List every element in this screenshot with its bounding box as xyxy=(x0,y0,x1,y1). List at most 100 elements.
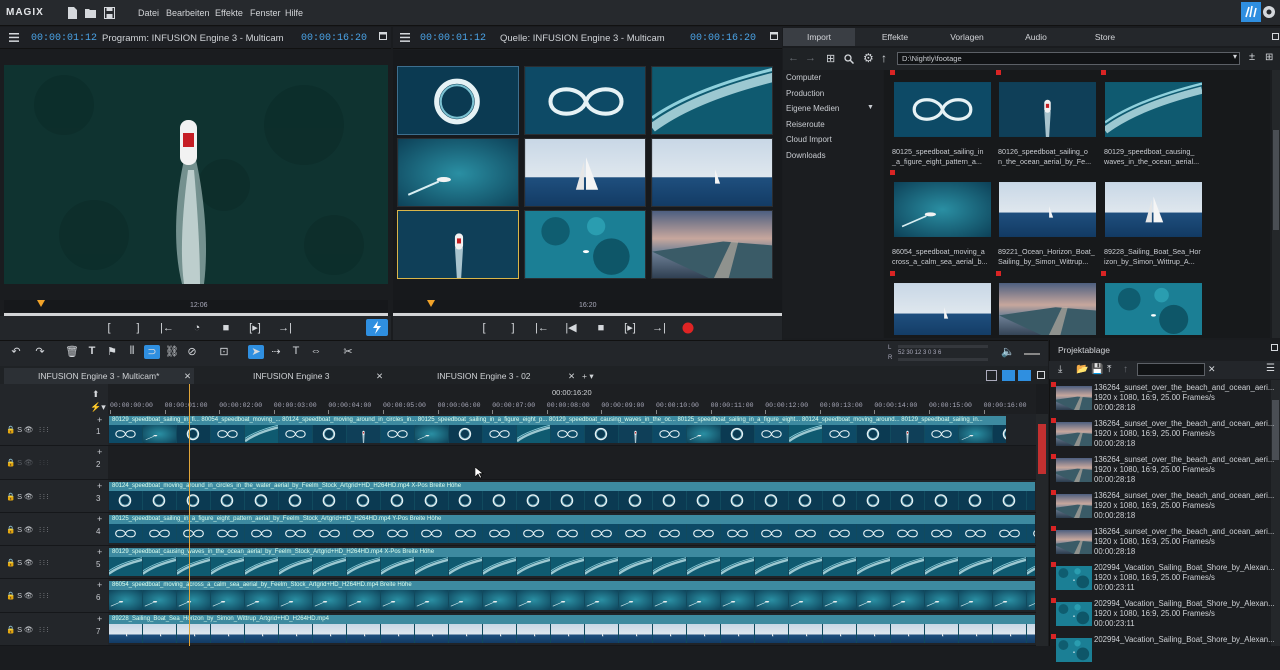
mark-in-button[interactable]: [ xyxy=(101,321,117,335)
stop-button[interactable]: ■ xyxy=(218,321,234,335)
lightning-icon[interactable] xyxy=(366,319,388,336)
nav-reiseroute[interactable]: Reiseroute xyxy=(786,120,825,129)
nav-cloud-import[interactable]: Cloud Import xyxy=(786,135,832,144)
menu-datei[interactable]: Datei xyxy=(138,8,159,18)
nav-downloads[interactable]: Downloads xyxy=(786,151,826,160)
file-thumbnail[interactable] xyxy=(894,283,991,335)
project-bin-item[interactable]: 202994_Vacation_Sailing_Boat_Shore_by_Al… xyxy=(1051,562,1280,598)
clip-title-bar[interactable]: 86054_speedboat_moving_across_a_calm_sea… xyxy=(109,581,1035,590)
add-track-icon[interactable]: + xyxy=(97,514,102,524)
multicam-angle-7[interactable] xyxy=(397,210,519,279)
list-view-icon[interactable]: ☰ xyxy=(1266,363,1275,374)
settings-circle-icon[interactable] xyxy=(1262,5,1276,19)
project-bin-item[interactable]: 136264_sunset_over_the_beach_and_ocean_a… xyxy=(1051,418,1280,454)
clip-title-bar[interactable]: 80124_speedboat_moving_around_in_circles… xyxy=(109,482,1035,491)
volume-slider[interactable] xyxy=(1024,353,1040,355)
timeline-mode-icon[interactable] xyxy=(1002,370,1015,381)
multicam-angle-6[interactable] xyxy=(651,138,773,207)
file-label[interactable]: 80129_speedboat_causing_ waves_in_the_oce… xyxy=(1104,147,1206,166)
track-header[interactable]: 🔒S👁 ⫶⫶⫶ +4 xyxy=(0,513,108,546)
track-header[interactable]: 🔒S👁 ⫶⫶⫶ +5 xyxy=(0,546,108,579)
path-field[interactable]: D:\Nightly\footage xyxy=(897,52,1240,65)
tab-audio[interactable]: Audio xyxy=(999,28,1073,46)
next-marker-button[interactable]: [▸] xyxy=(247,321,263,335)
loop-button[interactable]: ◔ xyxy=(189,321,205,335)
scrollbar-thumb[interactable] xyxy=(1273,130,1279,230)
file-thumbnail[interactable] xyxy=(999,283,1096,335)
split-icon[interactable]: ⫴ xyxy=(124,345,140,359)
open-folder-icon[interactable] xyxy=(85,7,96,19)
track-controls[interactable]: 🔒S👁 ⫶⫶⫶ xyxy=(6,591,50,601)
layout-icon[interactable] xyxy=(986,370,997,381)
track-controls[interactable]: 🔒S👁 ⫶⫶⫶ xyxy=(6,425,50,435)
clip-title-bar[interactable]: 80129_speedboat_sailing_in_fi... 80054_s… xyxy=(109,416,1006,425)
mark-out-button[interactable]: ] xyxy=(505,321,521,335)
up-arrow-icon[interactable]: ↑ xyxy=(881,51,887,65)
add-track-icon[interactable]: + xyxy=(97,415,102,425)
up-arrow-icon[interactable]: ↑ xyxy=(1123,364,1128,375)
playhead-marker-icon[interactable] xyxy=(37,300,45,307)
record-button[interactable] xyxy=(682,322,694,334)
source-mini-ruler[interactable]: 16:20 xyxy=(393,300,782,312)
track-controls[interactable]: 🔒S👁 ⫶⫶⫶ xyxy=(6,492,50,502)
maximize-icon[interactable] xyxy=(1272,33,1279,40)
project-bin-item[interactable]: 202994_Vacation_Sailing_Boat_Shore_by_Al… xyxy=(1051,634,1280,670)
multicam-angle-5[interactable] xyxy=(524,138,646,207)
track-controls[interactable]: 🔒S👁 ⫶⫶⫶ xyxy=(6,625,50,635)
project-bin-item[interactable]: 136264_sunset_over_the_beach_and_ocean_a… xyxy=(1051,526,1280,562)
hamburger-menu-icon[interactable] xyxy=(9,33,19,42)
file-label[interactable]: 86054_speedboat_moving_a cross_a_calm_sea… xyxy=(892,247,994,266)
folder-tree-icon[interactable]: ⊞ xyxy=(826,52,835,65)
scissors-icon[interactable]: ✂ xyxy=(340,345,356,359)
file-thumbnail[interactable] xyxy=(999,82,1096,137)
program-timecode-current[interactable]: 00:00:01:12 xyxy=(31,33,97,44)
menu-hilfe[interactable]: Hilfe xyxy=(285,8,303,18)
expand-arrow-icon[interactable]: ▼ xyxy=(867,104,874,111)
timeline-tab-multicam[interactable]: INFUSION Engine 3 - Multicam* ✕ xyxy=(4,368,194,384)
import-icon[interactable]: ⤒ xyxy=(1107,364,1111,375)
track-header[interactable]: 🔒S👁 ⫶⫶⫶ +6 xyxy=(0,579,108,613)
project-bin-item[interactable]: 136264_sunset_over_the_beach_and_ocean_a… xyxy=(1051,382,1280,418)
clip-filmstrip[interactable] xyxy=(109,624,1035,643)
multicam-angle-8[interactable] xyxy=(524,210,646,279)
pointer-tool-icon[interactable]: ➤ xyxy=(248,345,264,359)
menu-effekte[interactable]: Effekte xyxy=(215,8,243,18)
tab-store[interactable]: Store xyxy=(1073,28,1137,46)
browser-scrollbar[interactable] xyxy=(1272,70,1280,338)
delete-icon[interactable]: 🗑 xyxy=(64,345,80,359)
file-label[interactable]: 89228_Sailing_Boat_Sea_Hor izon_by_Simon_… xyxy=(1104,247,1206,266)
program-mini-ruler[interactable]: 12:06 xyxy=(4,300,388,312)
project-bin-item[interactable]: 202994_Vacation_Sailing_Boat_Shore_by_Al… xyxy=(1051,598,1280,634)
timeline-vscroll[interactable] xyxy=(1036,414,1048,646)
menu-fenster[interactable]: Fenster xyxy=(250,8,281,18)
multicam-angle-9[interactable] xyxy=(651,210,773,279)
project-bin-item[interactable]: 136264_sunset_over_the_beach_and_ocean_a… xyxy=(1051,454,1280,490)
playhead-marker-icon[interactable] xyxy=(427,300,435,307)
multicam-angle-4[interactable] xyxy=(397,138,519,207)
download-icon[interactable]: ⤓ xyxy=(1058,364,1062,375)
timeline-playhead[interactable] xyxy=(189,384,190,646)
go-to-end-button[interactable]: →| xyxy=(651,321,667,335)
insert-icon[interactable]: ⊡ xyxy=(216,345,232,359)
multicam-angle-2[interactable] xyxy=(524,66,646,135)
source-timecode-current[interactable]: 00:00:01:12 xyxy=(420,33,486,44)
stretch-tool-icon[interactable]: ⇔ xyxy=(308,345,324,359)
tab-vorlagen[interactable]: Vorlagen xyxy=(935,28,999,46)
storyboard-mode-icon[interactable] xyxy=(1018,370,1031,381)
save-icon[interactable]: 💾 xyxy=(1091,364,1103,375)
clip-title-bar[interactable]: 89228_Sailing_Boat_Sea_Horizon_by_Simon_… xyxy=(109,615,1035,624)
close-icon[interactable]: ✕ xyxy=(568,368,575,384)
clear-icon[interactable]: ✕ xyxy=(1208,364,1216,375)
track-header[interactable]: 🔒S👁 ⫶⫶⫶ +1 xyxy=(0,414,108,446)
timeline-tab-engine3-02[interactable]: INFUSION Engine 3 - 02 ✕ xyxy=(388,368,578,384)
add-icon[interactable]: ± xyxy=(1249,51,1255,63)
timeline-ruler[interactable]: 00:00:16:20 00:00:00:00 00:00:01:00 00:00:… xyxy=(108,384,1036,414)
project-bin-item[interactable]: 136264_sunset_over_the_beach_and_ocean_a… xyxy=(1051,490,1280,526)
track-controls[interactable]: 🔒S👁 ⫶⫶⫶ xyxy=(6,558,50,568)
file-thumbnail[interactable] xyxy=(894,82,991,137)
open-folder-icon[interactable]: 📂 xyxy=(1076,364,1088,375)
file-label[interactable]: 80125_speedboat_sailing_in _a_figure_eigh… xyxy=(892,147,994,166)
undo-icon[interactable]: ↶ xyxy=(8,345,24,359)
tab-effekte[interactable]: Effekte xyxy=(855,28,935,46)
clip-title-bar[interactable]: 80125_speedboat_sailing_in_a_figure_eigh… xyxy=(109,515,1035,524)
